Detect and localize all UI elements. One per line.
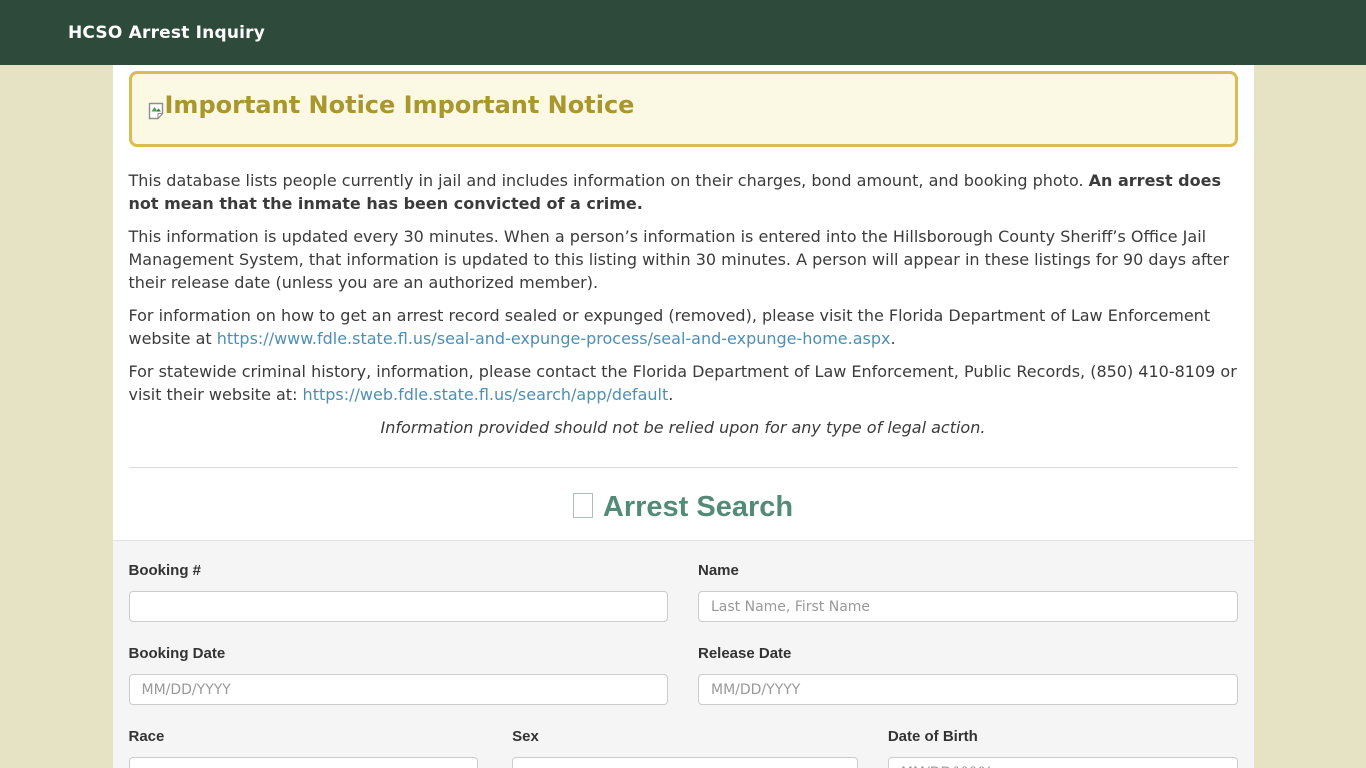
dob-label: Date of Birth	[888, 727, 1238, 747]
sex-input[interactable]	[512, 757, 858, 768]
page-title: HCSO Arrest Inquiry	[68, 23, 265, 43]
sex-label: Sex	[512, 727, 858, 747]
important-notice-heading: Important Notice Important Notice	[148, 89, 1219, 129]
booking-date-input[interactable]	[129, 674, 669, 705]
form-row-1: Booking # Name	[129, 561, 1238, 622]
form-row-3: Race Sex Date of Birth	[129, 727, 1238, 768]
important-notice-panel: Important Notice Important Notice	[129, 71, 1238, 147]
important-notice-text: Important Notice Important Notice	[165, 89, 635, 122]
paragraph-seal-expunge-period: .	[891, 329, 896, 348]
content-column: Important Notice Important Notice This d…	[113, 65, 1254, 768]
race-input[interactable]	[129, 757, 479, 768]
section-divider	[129, 467, 1238, 468]
missing-glyph-icon	[573, 493, 593, 518]
release-date-label: Release Date	[698, 644, 1238, 664]
paragraph-seal-expunge: For information on how to get an arrest …	[129, 304, 1238, 350]
fdle-seal-expunge-link[interactable]: https://www.fdle.state.fl.us/seal-and-ex…	[217, 329, 891, 348]
dob-input[interactable]	[888, 757, 1238, 768]
intro-section: This database lists people currently in …	[129, 169, 1238, 439]
name-input[interactable]	[698, 591, 1238, 622]
paragraph-update-info: This information is updated every 30 min…	[129, 225, 1238, 294]
booking-date-label: Booking Date	[129, 644, 669, 664]
paragraph-database-info-text: This database lists people currently in …	[129, 171, 1089, 190]
release-date-group: Release Date	[698, 644, 1238, 705]
race-group: Race	[129, 727, 479, 768]
form-row-2: Booking Date Release Date	[129, 644, 1238, 705]
paragraph-criminal-history-text: For statewide criminal history, informat…	[129, 362, 1237, 404]
paragraph-criminal-history: For statewide criminal history, informat…	[129, 360, 1238, 406]
dob-group: Date of Birth	[888, 727, 1238, 768]
name-group: Name	[698, 561, 1238, 622]
release-date-input[interactable]	[698, 674, 1238, 705]
paragraph-database-info: This database lists people currently in …	[129, 169, 1238, 215]
race-label: Race	[129, 727, 479, 747]
arrest-search-heading-text: Arrest Search	[603, 491, 793, 523]
paragraph-criminal-history-period: .	[668, 385, 673, 404]
arrest-search-form: Booking # Name Booking Date Release Date…	[113, 540, 1254, 768]
booking-number-group: Booking #	[129, 561, 669, 622]
arrest-search-heading: Arrest Search	[129, 491, 1238, 523]
legal-disclaimer: Information provided should not be relie…	[129, 416, 1238, 439]
sex-group: Sex	[512, 727, 858, 768]
booking-date-group: Booking Date	[129, 644, 669, 705]
name-label: Name	[698, 561, 1238, 581]
broken-image-icon	[148, 96, 164, 129]
app-header: HCSO Arrest Inquiry	[0, 0, 1366, 65]
booking-number-input[interactable]	[129, 591, 669, 622]
booking-number-label: Booking #	[129, 561, 669, 581]
fdle-search-link[interactable]: https://web.fdle.state.fl.us/search/app/…	[303, 385, 669, 404]
